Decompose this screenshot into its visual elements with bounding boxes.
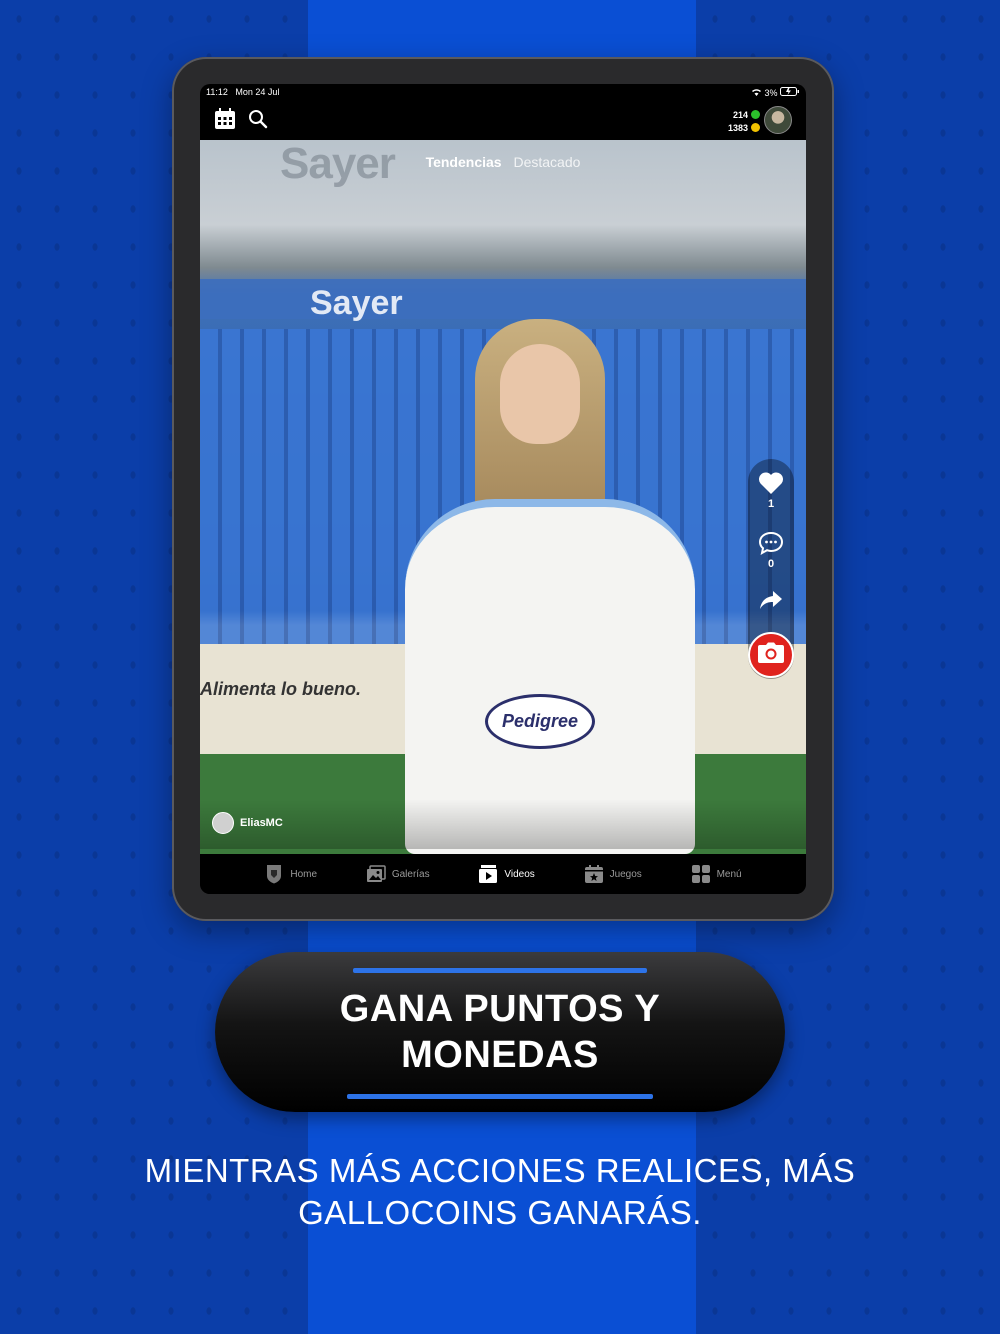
battery-percent: 3% [764, 87, 778, 98]
crest-icon [264, 864, 284, 884]
points-dot-icon [751, 110, 760, 119]
author-username[interactable]: EliasMC [240, 817, 283, 829]
nav-galerias-label: Galerías [391, 868, 430, 880]
bottom-navigation: Home Galerías Videos Juegos Menú [200, 854, 806, 894]
app-top-bar: 214 1383 [200, 100, 806, 140]
nav-juegos[interactable]: Juegos [584, 864, 642, 884]
stadium-sponsor-mid: Sayer [310, 284, 403, 322]
nav-menu[interactable]: Menú [691, 864, 742, 884]
stadium-banner [200, 279, 806, 319]
comment-count: 0 [767, 558, 775, 570]
post-author-bar: EliasMC [200, 799, 806, 849]
comment-button[interactable]: 0 [748, 531, 794, 570]
advertising-board-text: Alimenta lo bueno. [200, 679, 362, 699]
banner-headline-line1: GANA PUNTOS Y [339, 988, 661, 1030]
nav-videos-label: Videos [504, 868, 535, 880]
wifi-icon [751, 88, 765, 98]
nav-videos[interactable]: Videos [478, 864, 535, 884]
score-counters: 214 1383 [728, 109, 760, 135]
banner-headline: GANA PUNTOS Y MONEDAS [215, 986, 785, 1078]
search-icon[interactable] [248, 109, 268, 129]
nav-menu-label: Menú [716, 868, 742, 880]
heart-icon [758, 472, 784, 498]
tablet-frame: Sayer Sayer Alimenta lo bueno. Pedigree … [172, 57, 834, 921]
nav-home-label: Home [290, 868, 318, 880]
banner-accent-line-bottom [347, 1094, 653, 1099]
share-button[interactable] [748, 589, 794, 614]
user-avatar[interactable] [764, 106, 792, 134]
caption-line1: MIENTRAS MÁS ACCIONES REALICES, MÁS [144, 1152, 856, 1189]
feed-tabs: Tendencias Destacado [200, 154, 806, 170]
video-player[interactable]: Sayer Sayer Alimenta lo bueno. Pedigree [200, 139, 806, 854]
promo-caption: MIENTRAS MÁS ACCIONES REALICES, MÁS GALL… [60, 1150, 940, 1234]
person-face [500, 344, 580, 444]
comment-icon [758, 531, 784, 558]
camera-icon [757, 642, 785, 669]
banner-headline-line2: MONEDAS [401, 1034, 599, 1076]
games-icon [584, 864, 604, 884]
like-count: 1 [767, 498, 775, 510]
status-bar: 11:12 Mon 24 Jul 3% [200, 84, 806, 100]
like-button[interactable]: 1 [748, 471, 794, 510]
battery-icon [780, 86, 800, 98]
caption-line2: GALLOCOINS GANARÁS. [298, 1194, 702, 1231]
tablet-screen: Sayer Sayer Alimenta lo bueno. Pedigree … [200, 84, 806, 894]
coins-dot-icon [751, 123, 760, 132]
menu-grid-icon [691, 864, 711, 884]
points-count: 214 [732, 110, 748, 120]
gallery-icon [366, 864, 386, 884]
status-date: Mon 24 Jul [235, 87, 280, 97]
author-avatar[interactable] [212, 812, 234, 834]
promo-banner: GANA PUNTOS Y MONEDAS [215, 952, 785, 1112]
nav-home[interactable]: Home [264, 864, 317, 884]
coins-count: 1383 [727, 123, 748, 133]
nav-juegos-label: Juegos [609, 868, 642, 880]
video-icon [478, 864, 498, 884]
camera-button[interactable] [748, 632, 794, 678]
nav-galerias[interactable]: Galerías [366, 864, 430, 884]
calendar-icon[interactable] [214, 108, 236, 130]
jersey-sponsor-logo: Pedigree [485, 694, 595, 749]
status-time: 11:12 [206, 87, 228, 97]
banner-accent-line-top [353, 968, 647, 973]
tab-tendencias[interactable]: Tendencias [426, 154, 502, 170]
share-arrow-icon [758, 591, 784, 614]
tab-destacado[interactable]: Destacado [513, 154, 580, 170]
